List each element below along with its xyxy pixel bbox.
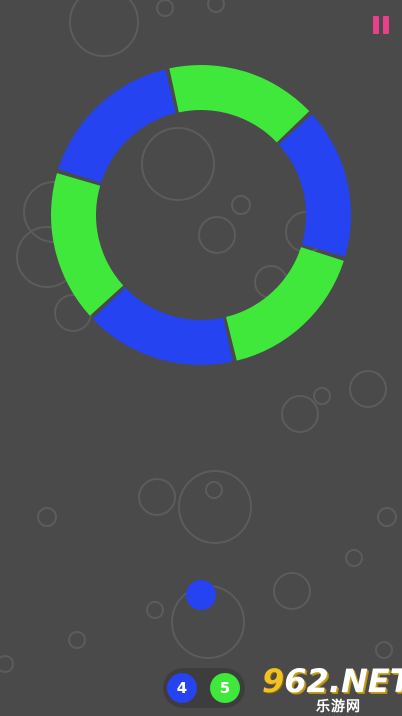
bubble-outline bbox=[156, 0, 174, 17]
score-panel: 4 5 bbox=[163, 668, 245, 708]
watermark-subtitle: 乐游网 bbox=[316, 699, 361, 715]
bubble-outline bbox=[207, 0, 225, 13]
pause-button[interactable] bbox=[371, 14, 391, 36]
bubble-outline bbox=[273, 572, 311, 610]
color-wheel bbox=[51, 65, 351, 366]
bubble-outline bbox=[37, 507, 57, 527]
bubble-outline bbox=[198, 216, 236, 254]
bubble-outline bbox=[205, 481, 223, 499]
pause-icon bbox=[373, 16, 379, 34]
bubble-outline bbox=[0, 655, 14, 673]
bubble-outline bbox=[377, 507, 397, 527]
green-score-badge[interactable]: 5 bbox=[210, 673, 240, 703]
site-watermark-logo: 962.NET 乐游网 bbox=[262, 662, 402, 715]
bubble-outline bbox=[345, 549, 363, 567]
wheel-segment-green bbox=[51, 173, 124, 316]
bubble-outline bbox=[146, 601, 164, 619]
bubble-outline bbox=[281, 395, 319, 433]
wheel-segment-blue bbox=[58, 69, 176, 183]
bubble-outline bbox=[69, 0, 139, 57]
wheel-segment-blue bbox=[278, 114, 351, 257]
bubble-outline bbox=[375, 641, 393, 659]
bubble-outline bbox=[138, 478, 176, 516]
wheel-segment-green bbox=[226, 247, 344, 361]
player-ball[interactable] bbox=[186, 580, 216, 610]
bubble-outline bbox=[349, 370, 387, 408]
bubble-outline bbox=[231, 195, 251, 215]
bubble-outline bbox=[141, 127, 215, 201]
wheel-segment-blue bbox=[92, 287, 233, 366]
blue-score-badge[interactable]: 4 bbox=[167, 673, 197, 703]
bubble-outline bbox=[313, 387, 331, 405]
game-stage[interactable] bbox=[0, 0, 402, 714]
watermark-logo-text: 962.NET bbox=[262, 662, 402, 700]
bubble-outline bbox=[68, 631, 86, 649]
